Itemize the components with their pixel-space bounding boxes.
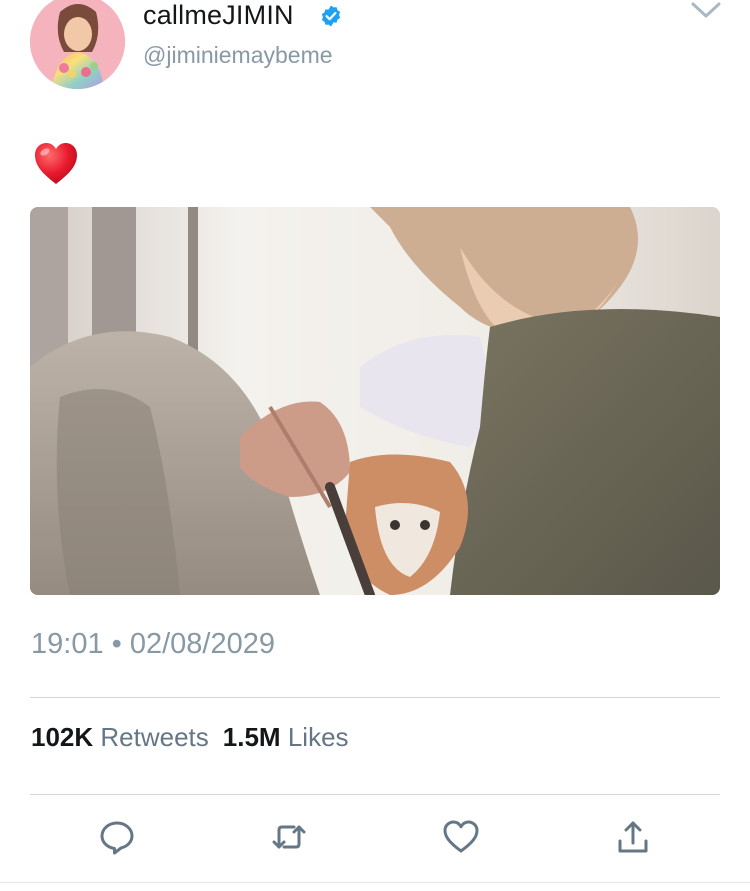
- share-icon[interactable]: [614, 819, 652, 855]
- retweets-count: 102K: [31, 722, 94, 752]
- divider: [30, 794, 720, 795]
- red-heart-emoji-icon: [35, 143, 77, 184]
- tweet-date: 02/08/2029: [129, 628, 276, 660]
- retweet-icon[interactable]: [270, 819, 308, 855]
- tweet-time: 19:01: [31, 628, 104, 660]
- verified-badge-icon: [321, 5, 341, 27]
- likes-count: 1.5M: [222, 722, 281, 752]
- tweet-timestamp[interactable]: 19:01 • 02/08/2029: [31, 628, 275, 661]
- like-icon[interactable]: [442, 819, 480, 855]
- timestamp-separator: •: [111, 628, 122, 660]
- bottom-border: [0, 882, 750, 883]
- likes-stat[interactable]: 1.5M Likes: [223, 722, 349, 752]
- retweets-stat[interactable]: 102K Retweets: [31, 722, 209, 752]
- divider: [30, 697, 720, 698]
- tweet-stats: 102K Retweets 1.5M Likes: [31, 722, 349, 753]
- reply-icon[interactable]: [98, 819, 136, 855]
- display-name[interactable]: callmeJIMIN: [143, 0, 294, 31]
- retweets-label: Retweets: [100, 722, 209, 752]
- avatar[interactable]: [30, 0, 125, 89]
- user-handle[interactable]: @jiminiemaybeme: [143, 42, 333, 69]
- chevron-down-icon[interactable]: [690, 0, 722, 22]
- likes-label: Likes: [287, 722, 349, 752]
- tweet-photo[interactable]: [30, 207, 720, 595]
